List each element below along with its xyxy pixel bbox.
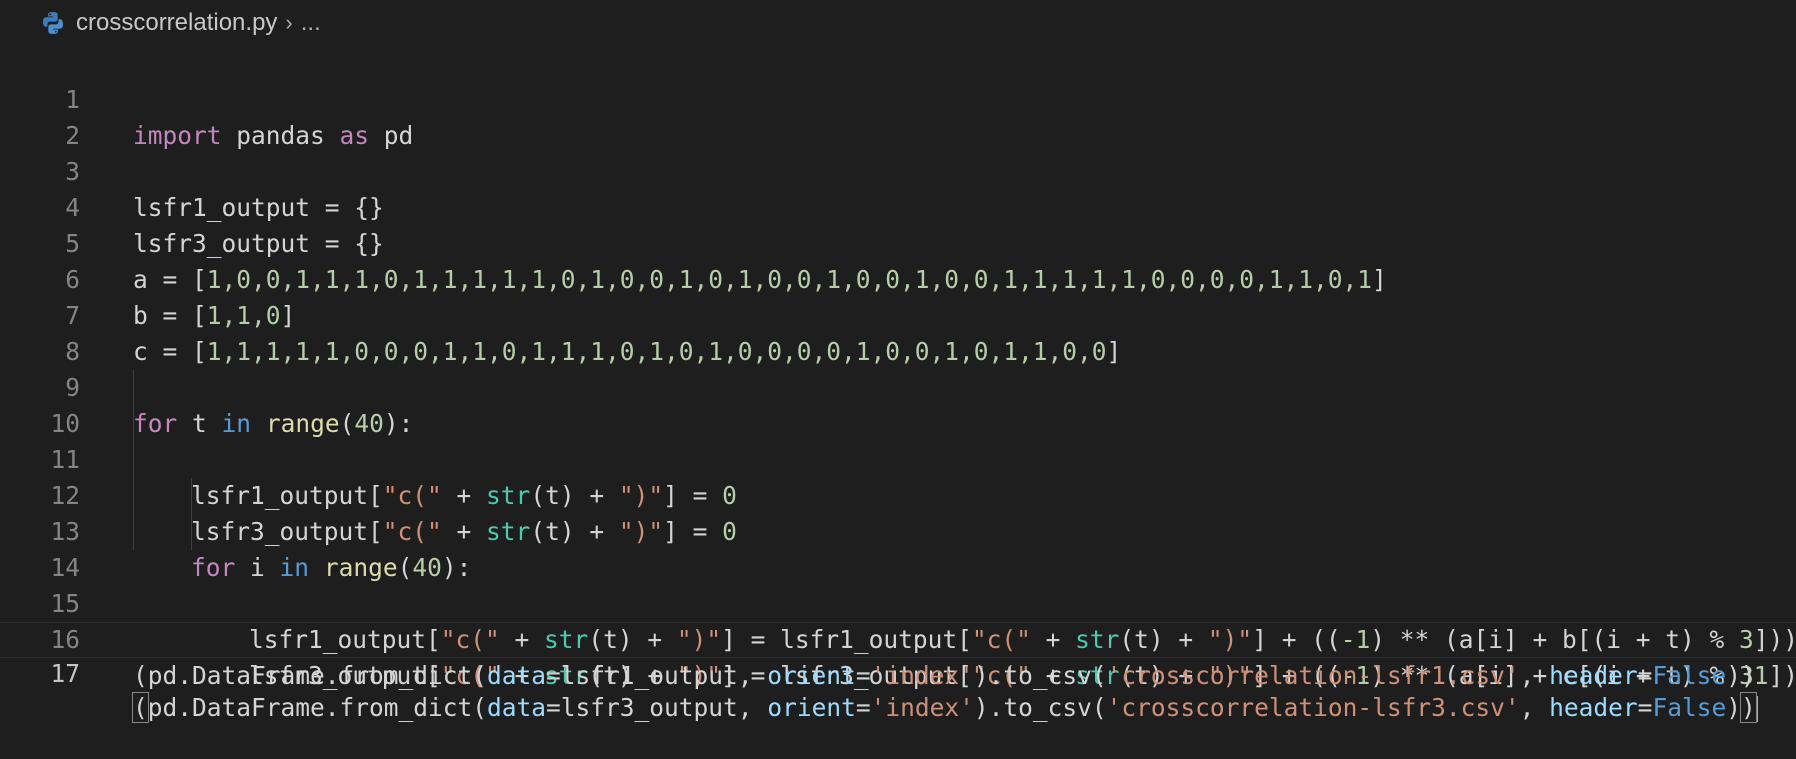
code-line-7[interactable]: 7 c = [1,1,1,1,1,0,0,0,1,1,0,1,1,1,0,1,0…: [0, 262, 1796, 366]
indent-guide: [133, 406, 134, 442]
indent-guide: [191, 478, 192, 514]
code-line-3[interactable]: 3 lsfr1_output = {}: [0, 118, 1796, 222]
code-line-4[interactable]: 4 lsfr3_output = {}: [0, 154, 1796, 258]
indent-guide: [133, 442, 134, 478]
line-code: (pd.DataFrame.from_dict(data=lsfr1_outpu…: [133, 661, 1756, 690]
code-line-1[interactable]: 1 import pandas as pd: [0, 46, 1796, 150]
line-code: (pd.DataFrame.from_dict(data=lsfr3_outpu…: [132, 692, 1758, 723]
code-line-12[interactable]: 12 for i in range(40):: [0, 442, 1796, 582]
indent-guide: [133, 478, 134, 514]
indent-guide: [191, 514, 192, 550]
code-line-6[interactable]: 6 b = [1,1,0]: [0, 226, 1796, 330]
code-editor[interactable]: 1 import pandas as pd 2 3 lsfr1_output =…: [0, 46, 1796, 723]
indent-guide: [133, 514, 134, 550]
code-line-8[interactable]: 8: [0, 298, 1796, 366]
code-line-16[interactable]: 16 (pd.DataFrame.from_dict(data=lsfr1_ou…: [0, 586, 1796, 690]
chevron-right-icon: ›: [285, 10, 293, 35]
matching-bracket: ): [1739, 692, 1757, 723]
python-icon: [40, 10, 66, 36]
matching-bracket: (: [132, 692, 149, 723]
breadcrumb: crosscorrelation.py › ...: [0, 0, 1796, 46]
indent-guide: [133, 370, 134, 406]
code-line-15[interactable]: 15: [0, 550, 1796, 618]
code-line-10[interactable]: 10 lsfr1_output["c(" + str(t) + ")"] = 0: [0, 370, 1796, 510]
text-cursor: [1755, 696, 1758, 722]
code-line-2[interactable]: 2: [0, 82, 1796, 150]
code-line-17[interactable]: 17 (pd.DataFrame.from_dict(data=lsfr3_ou…: [0, 622, 1796, 723]
code-line-11[interactable]: 11 lsfr3_output["c(" + str(t) + ")"] = 0: [0, 406, 1796, 546]
breadcrumb-more[interactable]: ...: [301, 9, 321, 37]
code-line-5[interactable]: 5 a = [1,0,0,1,1,1,0,1,1,1,1,1,0,1,0,0,1…: [0, 190, 1796, 294]
breadcrumb-file-name[interactable]: crosscorrelation.py: [76, 9, 277, 37]
code-line-14[interactable]: 14 lsfr3_output["c(" + str(t) + ")"] = l…: [0, 514, 1796, 690]
code-line-9[interactable]: 9 for t in range(40):: [0, 334, 1796, 438]
code-line-13[interactable]: 13 lsfr1_output["c(" + str(t) + ")"] = l…: [0, 478, 1796, 654]
